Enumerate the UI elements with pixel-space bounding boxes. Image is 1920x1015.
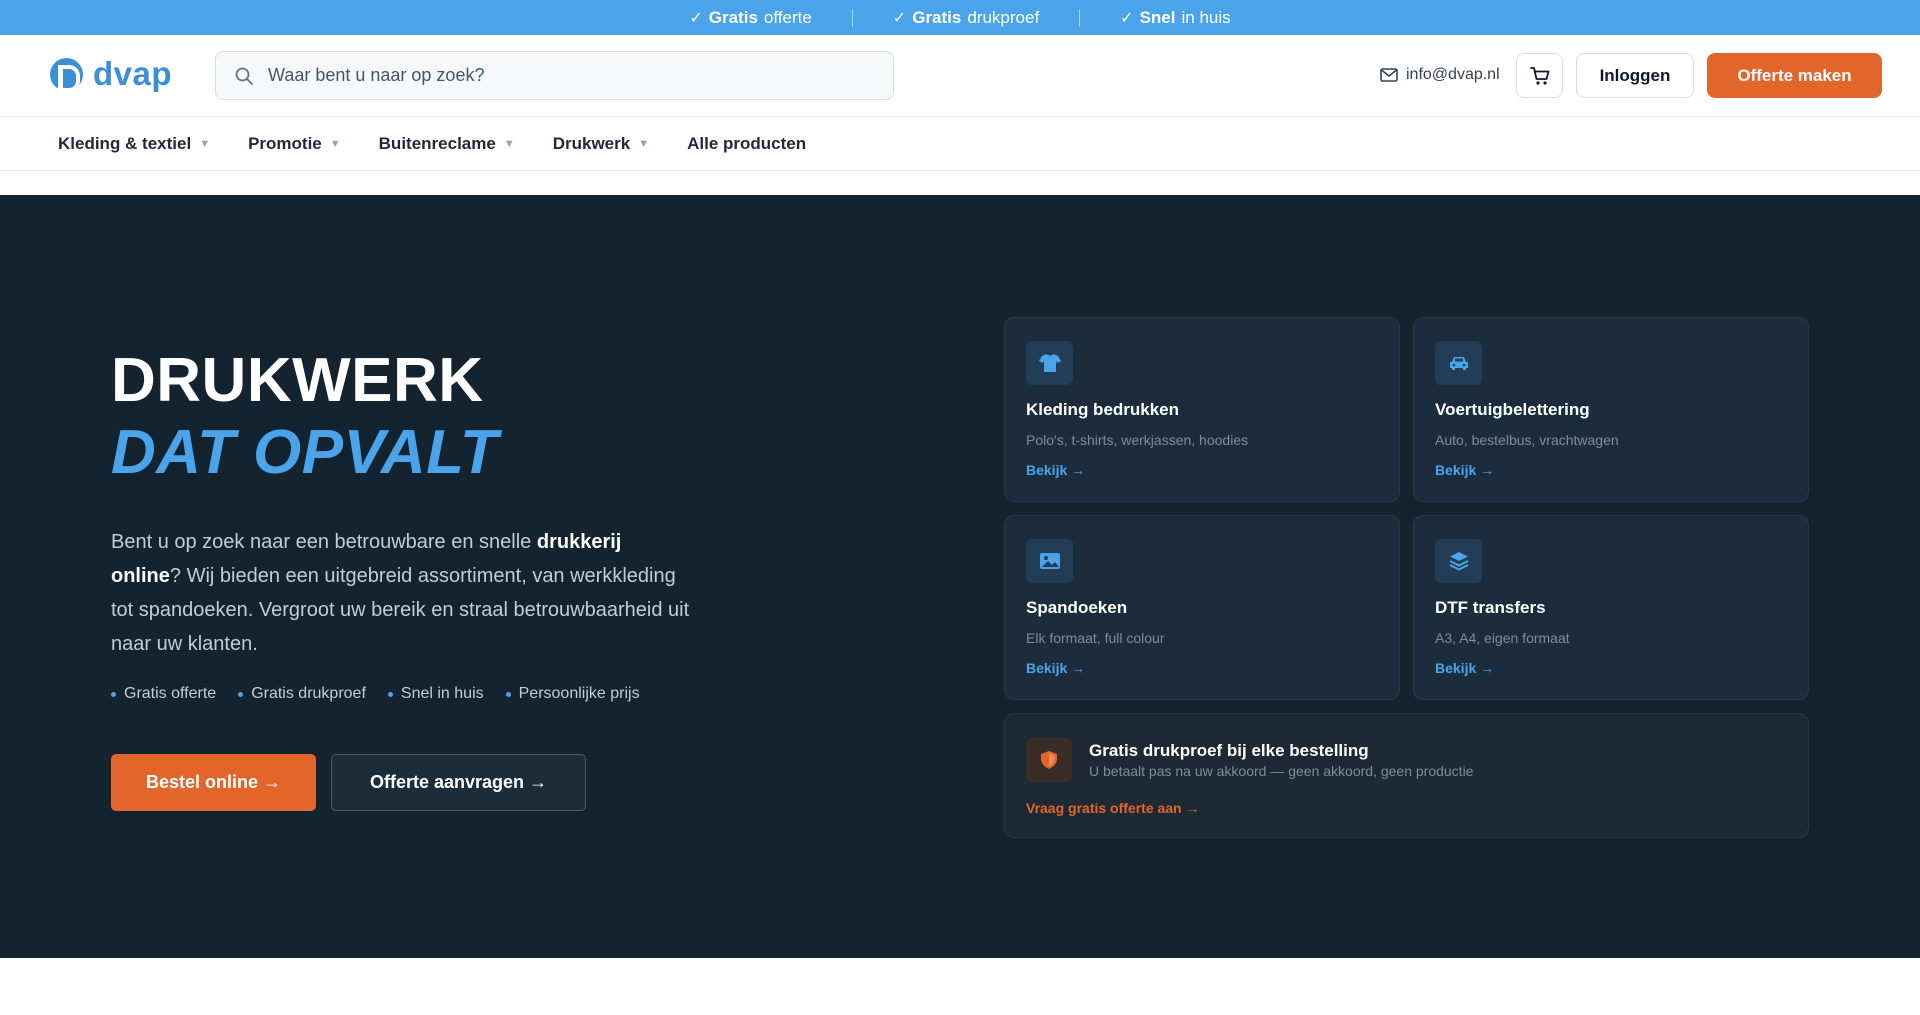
nav-item-promotie[interactable]: Promotie ▼ [248,134,341,154]
nav-item-kleding[interactable]: Kleding & textiel ▼ [58,134,210,154]
hero-section: DRUKWERK DAT OPVALT Bent u op zoek naar … [0,195,1920,958]
tshirt-icon [1026,341,1073,385]
hero-title: DRUKWERK [111,346,484,415]
bullet-item: Persoonlijke prijs [505,685,640,703]
usp-bar: ✓ Gratis offerte ✓ Gratis drukproef ✓ Sn… [0,0,1920,35]
search-box[interactable] [215,51,894,100]
nav-item-drukwerk[interactable]: Drukwerk ▼ [553,134,649,154]
hero-desc-text: ? Wij bieden een uitgebreid assortiment,… [111,565,690,655]
usp-text: drukproef [967,7,1040,27]
logo-text: dvap [93,55,173,92]
logo-mark-icon [50,57,83,92]
bullet-item: Snel in huis [387,685,484,703]
check-icon: ✓ [892,9,907,27]
card-subtitle: A3, A4, eigen formaat [1435,630,1570,646]
main-nav: Kleding & textiel ▼ Promotie ▼ Buitenrec… [0,117,1920,171]
layers-icon [1435,539,1482,583]
check-icon: ✓ [689,9,703,27]
caret-down-icon: ▼ [638,137,650,150]
hero-desc-text: Bent u op zoek naar een betrouwbare en s… [111,531,537,553]
usp-item: ✓ Gratis offerte [649,8,851,28]
logo[interactable]: dvap [50,55,172,93]
category-card-kleding[interactable]: Kleding bedrukken Polo's, t-shirts, werk… [1004,317,1400,502]
promo-subtitle: U betaalt pas na uw akkoord — geen akkoo… [1089,763,1474,779]
bullet-dot-icon [505,691,511,697]
nav-label: Alle producten [687,133,807,153]
nav-label: Drukwerk [552,133,631,153]
site-header: dvap info@dvap.nl Inloggen Offerte maken [0,35,1920,117]
bullet-text: Snel in huis [400,685,484,702]
promo-title: Gratis drukproef bij elke bestelling [1089,741,1369,760]
category-card-spandoeken[interactable]: Spandoeken Elk formaat, full colour Beki… [1004,515,1400,700]
card-title: Kleding bedrukken [1026,400,1180,419]
usp-item: ✓ Snel in huis [1080,8,1270,28]
card-link[interactable]: Bekijk → [1026,462,1085,478]
check-icon: ✓ [1120,9,1134,27]
card-subtitle: Polo's, t-shirts, werkjassen, hoodies [1026,432,1249,448]
cart-icon [1529,66,1549,85]
card-subtitle: Auto, bestelbus, vrachtwagen [1435,432,1619,448]
bullet-dot-icon [387,691,393,697]
nav-item-buitenreclame[interactable]: Buitenreclame ▼ [379,134,515,154]
usp-text: in huis [1181,7,1231,27]
proof-promo-card: Gratis drukproef bij elke bestelling U b… [1004,713,1809,838]
bullet-text: Persoonlijke prijs [518,685,640,702]
promo-link[interactable]: Vraag gratis offerte aan → [1026,800,1200,816]
nav-label: Kleding & textiel [58,133,192,153]
card-link[interactable]: Bekijk → [1435,462,1494,478]
offer-button[interactable]: Offerte maken [1707,53,1882,98]
hero-title-accent: DAT OPVALT [111,418,499,487]
order-online-button[interactable]: Bestel online → [111,754,316,811]
card-title: DTF transfers [1435,598,1546,617]
bullet-item: Gratis drukproef [238,685,366,703]
nav-label: Promotie [248,133,322,153]
cart-button[interactable] [1516,53,1563,98]
car-icon [1435,341,1482,385]
nav-label: Buitenreclame [378,133,496,153]
nav-item-alle-producten[interactable]: Alle producten [687,134,806,154]
image-icon [1026,539,1073,583]
email-text: info@dvap.nl [1406,66,1500,83]
caret-down-icon: ▼ [503,137,515,150]
hero-description: Bent u op zoek naar een betrouwbare en s… [111,525,691,661]
page-bottom [0,958,1920,1015]
request-quote-button[interactable]: Offerte aanvragen → [331,754,586,811]
caret-down-icon: ▼ [199,137,211,150]
card-link[interactable]: Bekijk → [1435,660,1494,676]
usp-item: ✓ Gratis drukproef [853,8,1079,28]
bullet-dot-icon [111,691,116,697]
usp-text: offerte [763,7,812,27]
category-card-voertuig[interactable]: Voertuigbelettering Auto, bestelbus, vra… [1413,317,1809,502]
bullet-item: Gratis offerte [111,685,216,703]
usp-bold: Gratis [912,7,962,27]
email-link[interactable]: info@dvap.nl [1380,66,1500,84]
caret-down-icon: ▼ [329,137,341,150]
card-link[interactable]: Bekijk → [1026,660,1085,676]
category-card-dtf[interactable]: DTF transfers A3, A4, eigen formaat Beki… [1413,515,1809,700]
search-input[interactable] [268,65,868,86]
usp-bold: Snel [1139,7,1176,27]
search-icon [235,67,253,85]
card-subtitle: Elk formaat, full colour [1026,630,1165,646]
login-button[interactable]: Inloggen [1576,53,1694,98]
usp-bold: Gratis [708,7,758,27]
card-title: Voertuigbelettering [1435,400,1590,419]
mail-icon [1380,68,1398,82]
bullet-text: Gratis offerte [124,685,217,702]
hero-bullets: Gratis offerte Gratis drukproef Snel in … [111,685,640,703]
bullet-text: Gratis drukproef [251,685,366,702]
shield-icon [1026,738,1072,782]
card-title: Spandoeken [1026,598,1128,617]
bullet-dot-icon [238,691,244,697]
